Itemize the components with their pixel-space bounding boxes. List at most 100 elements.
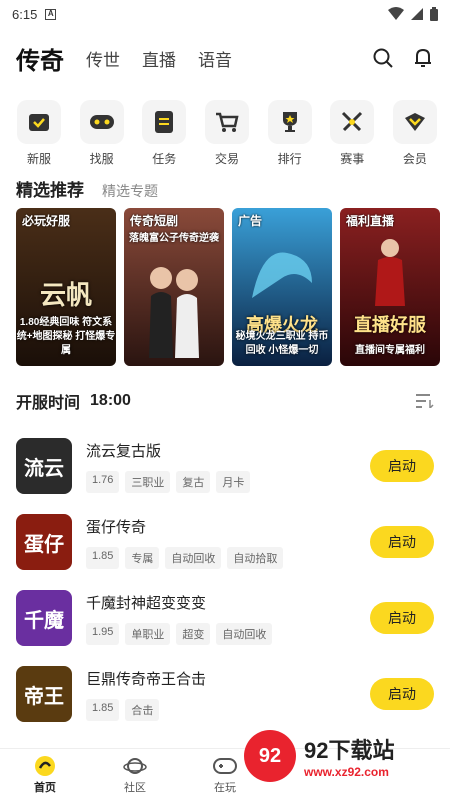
game-tag: 三职业 bbox=[125, 470, 171, 493]
status-time: 6:15 bbox=[12, 6, 38, 22]
category-paihang[interactable]: 排行 bbox=[265, 100, 315, 166]
game-thumbnail: 千魔 bbox=[16, 590, 72, 646]
game-name: 巨鼎传奇帝王合击 bbox=[86, 670, 207, 688]
banner-tag: 必玩好服 bbox=[22, 214, 71, 228]
banner-subtitle: 直播间专属福利 bbox=[355, 345, 425, 356]
category-label: 新服 bbox=[26, 152, 51, 166]
game-tag: 专属 bbox=[125, 546, 160, 569]
site-watermark: 92 92下载站 www.xz92.com bbox=[244, 726, 444, 786]
open-time-header: 开服时间 18:00 bbox=[0, 374, 450, 428]
banner-subtitle: 1.80经典回味 符文系统+地图探秘 打怪爆专属 bbox=[16, 317, 116, 356]
category-huiyuan[interactable]: 会员 bbox=[390, 100, 440, 166]
game-list: 流云 流云复古版 1.76 三职业 复古 月卡 启动 蛋仔 蛋仔传奇 1.85 … bbox=[0, 428, 450, 732]
game-tag: 超变 bbox=[176, 622, 211, 645]
game-tags: 1.95 单职业 超变 自动回收 bbox=[86, 622, 370, 645]
tab-yuyin[interactable]: 语音 bbox=[198, 46, 232, 71]
banner-tag: 福利直播 bbox=[346, 214, 395, 228]
banner-card[interactable]: 福利直播 直播好服 直播间专属福利 bbox=[340, 208, 440, 366]
game-tag: 月卡 bbox=[216, 470, 251, 493]
launch-button[interactable]: 启动 bbox=[370, 526, 434, 558]
featured-header: 精选推荐 精选专题 bbox=[0, 164, 450, 208]
game-tag: 自动回收 bbox=[216, 622, 273, 645]
game-tag: 合击 bbox=[125, 698, 160, 721]
nav-home[interactable]: 首页 bbox=[0, 749, 90, 800]
game-info: 巨鼎传奇帝王合击 1.85 合击 bbox=[86, 668, 370, 721]
calendar-icon bbox=[17, 100, 61, 144]
category-label: 交易 bbox=[214, 152, 239, 166]
game-tag: 1.85 bbox=[86, 546, 120, 569]
sort-icon[interactable] bbox=[416, 394, 434, 408]
list-item[interactable]: 流云 流云复古版 1.76 三职业 复古 月卡 启动 bbox=[16, 428, 434, 504]
game-tags: 1.85 专属 自动回收 自动拾取 bbox=[86, 546, 370, 569]
game-name: 流云复古版 bbox=[86, 442, 162, 460]
top-navigation: 传奇 传世 直播 语音 bbox=[0, 28, 450, 88]
watermark-title: 92下载站 bbox=[304, 738, 395, 763]
category-label: 找服 bbox=[89, 152, 114, 166]
game-tags: 1.85 合击 bbox=[86, 698, 370, 721]
status-bar: 6:15 A bbox=[0, 0, 450, 28]
couple-figure bbox=[149, 267, 199, 358]
game-thumbnail: 蛋仔 bbox=[16, 514, 72, 570]
category-zhaofu[interactable]: 找服 bbox=[77, 100, 127, 166]
list-icon bbox=[142, 100, 187, 144]
banner-card[interactable]: 必玩好服 云帆 1.80经典回味 符文系统+地图探秘 打怪爆专属 bbox=[16, 208, 116, 366]
game-name: 千魔封神超变变变 bbox=[86, 594, 207, 612]
vip-icon bbox=[392, 100, 437, 144]
list-item[interactable]: 帝王 巨鼎传奇帝王合击 1.85 合击 启动 bbox=[16, 656, 434, 732]
category-jiaoyi[interactable]: 交易 bbox=[202, 100, 252, 166]
category-label: 会员 bbox=[402, 152, 427, 166]
game-info: 蛋仔传奇 1.85 专属 自动回收 自动拾取 bbox=[86, 516, 370, 569]
tab-chuanqi[interactable]: 传奇 bbox=[16, 41, 64, 76]
watermark-text: 92下载站 www.xz92.com bbox=[304, 733, 394, 779]
banner-card[interactable]: 传奇短剧 落魄富公子传奇逆袭 bbox=[124, 208, 224, 366]
watermark-logo: 92 bbox=[244, 730, 296, 782]
launch-button[interactable]: 启动 bbox=[370, 678, 434, 710]
featured-subtitle[interactable]: 精选专题 bbox=[102, 181, 158, 201]
status-right bbox=[388, 7, 438, 21]
banner-tag: 广告 bbox=[238, 214, 263, 228]
status-a-badge: A bbox=[45, 8, 57, 20]
gamepad-icon bbox=[213, 758, 237, 774]
category-saishi[interactable]: 赛事 bbox=[327, 100, 377, 166]
category-label: 赛事 bbox=[340, 152, 365, 166]
category-label: 任务 bbox=[152, 152, 177, 166]
banner-title: 云帆 bbox=[39, 280, 92, 310]
game-name: 蛋仔传奇 bbox=[86, 518, 147, 536]
hero-figure bbox=[375, 239, 405, 306]
game-thumbnail: 流云 bbox=[16, 438, 72, 494]
game-info: 流云复古版 1.76 三职业 复古 月卡 bbox=[86, 440, 370, 493]
cart-icon bbox=[204, 100, 249, 144]
nav-community[interactable]: 社区 bbox=[90, 749, 180, 800]
open-time-value: 18:00 bbox=[90, 392, 131, 409]
list-item[interactable]: 蛋仔 蛋仔传奇 1.85 专属 自动回收 自动拾取 启动 bbox=[16, 504, 434, 580]
home-icon bbox=[35, 756, 55, 776]
game-thumbnail: 帝王 bbox=[16, 666, 72, 722]
game-tag: 自动回收 bbox=[165, 546, 222, 569]
tab-zhibo[interactable]: 直播 bbox=[142, 46, 176, 71]
list-item[interactable]: 千魔 千魔封神超变变变 1.95 单职业 超变 自动回收 启动 bbox=[16, 580, 434, 656]
banner-carousel: 必玩好服 云帆 1.80经典回味 符文系统+地图探秘 打怪爆专属 传奇短剧 落魄… bbox=[0, 208, 450, 366]
game-tag: 自动拾取 bbox=[227, 546, 284, 569]
launch-button[interactable]: 启动 bbox=[370, 602, 434, 634]
banner-subtitle: 落魄富公子传奇逆袭 bbox=[129, 233, 219, 244]
gamepad-icon bbox=[79, 100, 124, 144]
category-xinfu[interactable]: 新服 bbox=[14, 100, 64, 166]
search-icon[interactable] bbox=[372, 47, 394, 69]
game-tag: 复古 bbox=[176, 470, 211, 493]
banner-tag: 传奇短剧 bbox=[130, 214, 179, 228]
bell-icon[interactable] bbox=[412, 47, 434, 69]
signal-icon bbox=[411, 8, 423, 20]
dragon-figure bbox=[252, 252, 312, 298]
category-renwu[interactable]: 任务 bbox=[139, 100, 189, 166]
battery-icon bbox=[430, 7, 438, 21]
launch-button[interactable]: 启动 bbox=[370, 450, 434, 482]
banner-subtitle: 秘境火龙三职业 持币回收 小怪爆一切 bbox=[235, 331, 329, 356]
swords-icon bbox=[330, 100, 375, 144]
tab-chuanshi[interactable]: 传世 bbox=[86, 46, 120, 71]
trophy-icon bbox=[267, 100, 312, 144]
banner-card[interactable]: 广告 高爆火龙 秘境火龙三职业 持币回收 小怪爆一切 bbox=[232, 208, 332, 366]
game-info: 千魔封神超变变变 1.95 单职业 超变 自动回收 bbox=[86, 592, 370, 645]
game-tag: 1.95 bbox=[86, 622, 120, 645]
game-tags: 1.76 三职业 复古 月卡 bbox=[86, 470, 370, 493]
featured-title[interactable]: 精选推荐 bbox=[16, 176, 84, 201]
